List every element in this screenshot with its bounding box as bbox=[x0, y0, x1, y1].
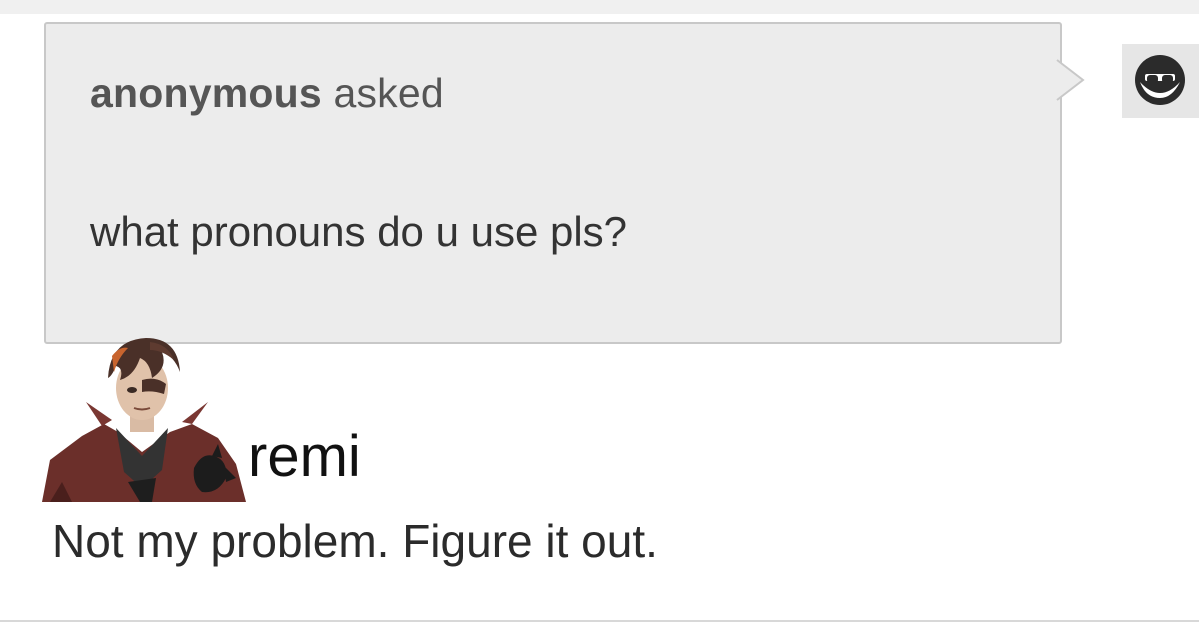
answer-text: Not my problem. Figure it out. bbox=[52, 515, 658, 567]
character-avatar[interactable] bbox=[42, 332, 246, 502]
asker-name[interactable]: anonymous bbox=[90, 70, 322, 116]
asked-label: asked bbox=[333, 70, 444, 116]
question-text: what pronouns do u use pls? bbox=[90, 208, 628, 255]
top-strip bbox=[0, 0, 1199, 14]
asker-line: anonymous asked bbox=[90, 70, 444, 117]
divider bbox=[0, 620, 1199, 622]
answer-username[interactable]: remi bbox=[248, 428, 361, 486]
ask-pointer bbox=[1055, 58, 1085, 102]
asker-avatar[interactable] bbox=[1122, 44, 1199, 118]
sunglasses-face-icon bbox=[1135, 55, 1185, 105]
ask-box: anonymous asked what pronouns do u use p… bbox=[44, 22, 1062, 344]
